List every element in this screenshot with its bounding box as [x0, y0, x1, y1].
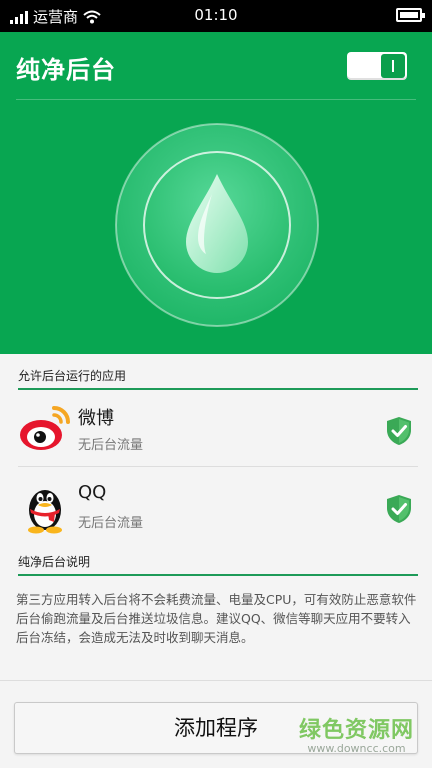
water-drop-orb-icon [115, 123, 319, 327]
clock: 01:10 [194, 6, 238, 24]
header-panel: 纯净后台 [0, 32, 432, 354]
battery-icon [396, 8, 425, 22]
watermark-url: www.downcc.com [307, 742, 406, 755]
status-bar: 运营商 01:10 [0, 0, 432, 32]
app-name: 微博 [78, 408, 114, 429]
header-divider [16, 99, 416, 100]
app-row-qq[interactable]: QQ 无后台流量 [0, 468, 432, 546]
info-header: 纯净后台说明 [18, 546, 418, 576]
watermark-text: 绿色资源网 [298, 718, 414, 743]
app-status: 无后台流量 [78, 438, 144, 453]
shield-check-icon [387, 495, 411, 523]
allowed-apps-header: 允许后台运行的应用 [18, 360, 418, 390]
app-name: QQ [78, 482, 107, 503]
app-row-weibo[interactable]: 微博 无后台流量 [0, 390, 432, 468]
footer-divider [0, 680, 432, 681]
pure-background-toggle[interactable] [347, 52, 407, 80]
info-description: 第三方应用转入后台将不会耗费流量、电量及CPU，可有效防止恶意软件后台偷跑流量及… [16, 592, 417, 645]
page-title: 纯净后台 [16, 56, 116, 84]
qq-penguin-icon [28, 490, 62, 534]
watermark-logo: 绿色资源网 www.downcc.com [299, 712, 414, 755]
app-status: 无后台流量 [78, 516, 144, 531]
row-divider [18, 466, 418, 467]
weibo-icon [20, 406, 70, 450]
shield-check-icon [387, 417, 411, 445]
